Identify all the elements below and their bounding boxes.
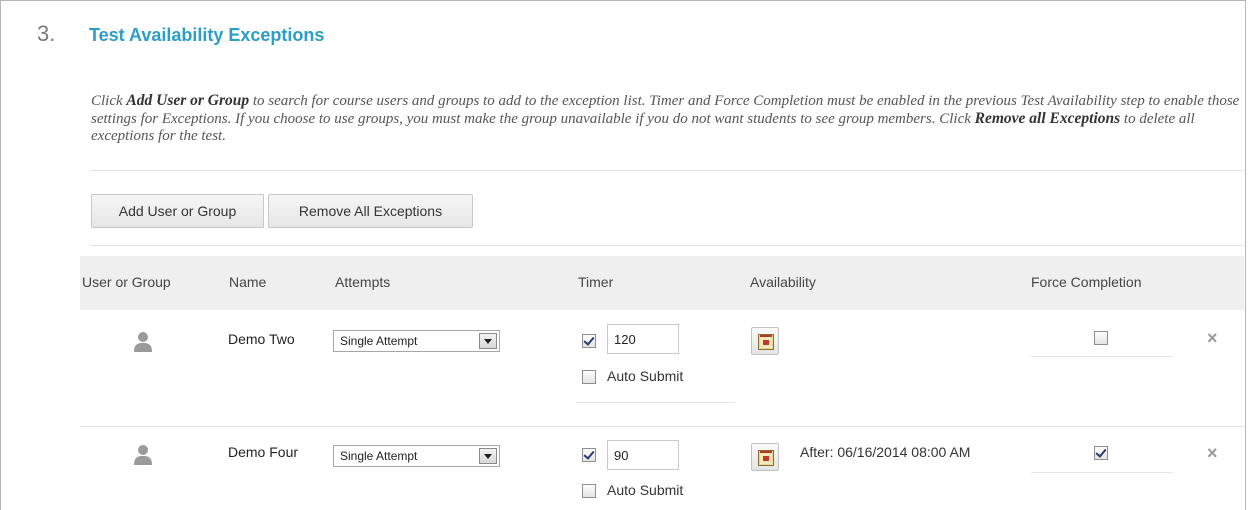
availability-calendar-button[interactable] bbox=[751, 443, 779, 471]
force-completion-checkbox[interactable] bbox=[1094, 331, 1108, 345]
content-frame bbox=[0, 0, 1246, 510]
instructions-bold-remove: Remove all Exceptions bbox=[974, 110, 1121, 127]
table-header: User or Group Name Attempts Timer Availa… bbox=[80, 256, 1244, 310]
calendar-icon bbox=[758, 334, 774, 350]
auto-submit-checkbox[interactable] bbox=[582, 484, 596, 498]
section-title: Test Availability Exceptions bbox=[89, 25, 325, 45]
remove-exception-icon[interactable]: × bbox=[1207, 443, 1218, 464]
divider bbox=[91, 245, 1244, 246]
instructions-bold-add: Add User or Group bbox=[126, 92, 250, 109]
row-divider bbox=[80, 426, 1244, 427]
attempts-select[interactable]: Single Attempt bbox=[333, 445, 500, 467]
header-name: Name bbox=[229, 274, 267, 290]
calendar-icon bbox=[758, 450, 774, 466]
divider bbox=[576, 402, 734, 403]
user-icon bbox=[134, 332, 152, 352]
availability-text: After: 06/16/2014 08:00 AM bbox=[800, 444, 971, 460]
step-number: 3. bbox=[37, 21, 56, 46]
add-user-or-group-button[interactable]: Add User or Group bbox=[91, 194, 264, 228]
timer-input[interactable] bbox=[607, 324, 679, 354]
row-name: Demo Four bbox=[228, 444, 299, 460]
remove-exception-icon[interactable]: × bbox=[1207, 328, 1218, 349]
divider bbox=[91, 170, 1244, 171]
instructions: Click Add User or Group to search for co… bbox=[91, 92, 1241, 145]
header-availability: Availability bbox=[750, 274, 816, 290]
remove-all-exceptions-button[interactable]: Remove All Exceptions bbox=[268, 194, 473, 228]
header-user-or-group: User or Group bbox=[82, 274, 171, 290]
row-name: Demo Two bbox=[228, 331, 295, 347]
instructions-text-1: Click bbox=[91, 93, 127, 109]
header-force-completion: Force Completion bbox=[1031, 274, 1142, 290]
header-timer: Timer bbox=[578, 274, 614, 290]
chevron-down-icon[interactable] bbox=[479, 333, 497, 349]
auto-submit-checkbox[interactable] bbox=[582, 370, 596, 384]
user-icon bbox=[134, 445, 152, 465]
chevron-down-icon[interactable] bbox=[479, 448, 497, 464]
header-attempts: Attempts bbox=[335, 274, 391, 290]
auto-submit-label: Auto Submit bbox=[607, 368, 684, 384]
force-completion-checkbox[interactable] bbox=[1094, 446, 1108, 460]
divider bbox=[1031, 356, 1173, 357]
timer-input[interactable] bbox=[607, 440, 679, 470]
availability-calendar-button[interactable] bbox=[751, 327, 779, 355]
auto-submit-label: Auto Submit bbox=[607, 482, 684, 498]
timer-checkbox[interactable] bbox=[582, 448, 596, 462]
attempts-value: Single Attempt bbox=[340, 449, 418, 463]
timer-checkbox[interactable] bbox=[582, 334, 596, 348]
divider bbox=[1031, 472, 1173, 473]
attempts-value: Single Attempt bbox=[340, 334, 418, 348]
attempts-select[interactable]: Single Attempt bbox=[333, 330, 500, 352]
